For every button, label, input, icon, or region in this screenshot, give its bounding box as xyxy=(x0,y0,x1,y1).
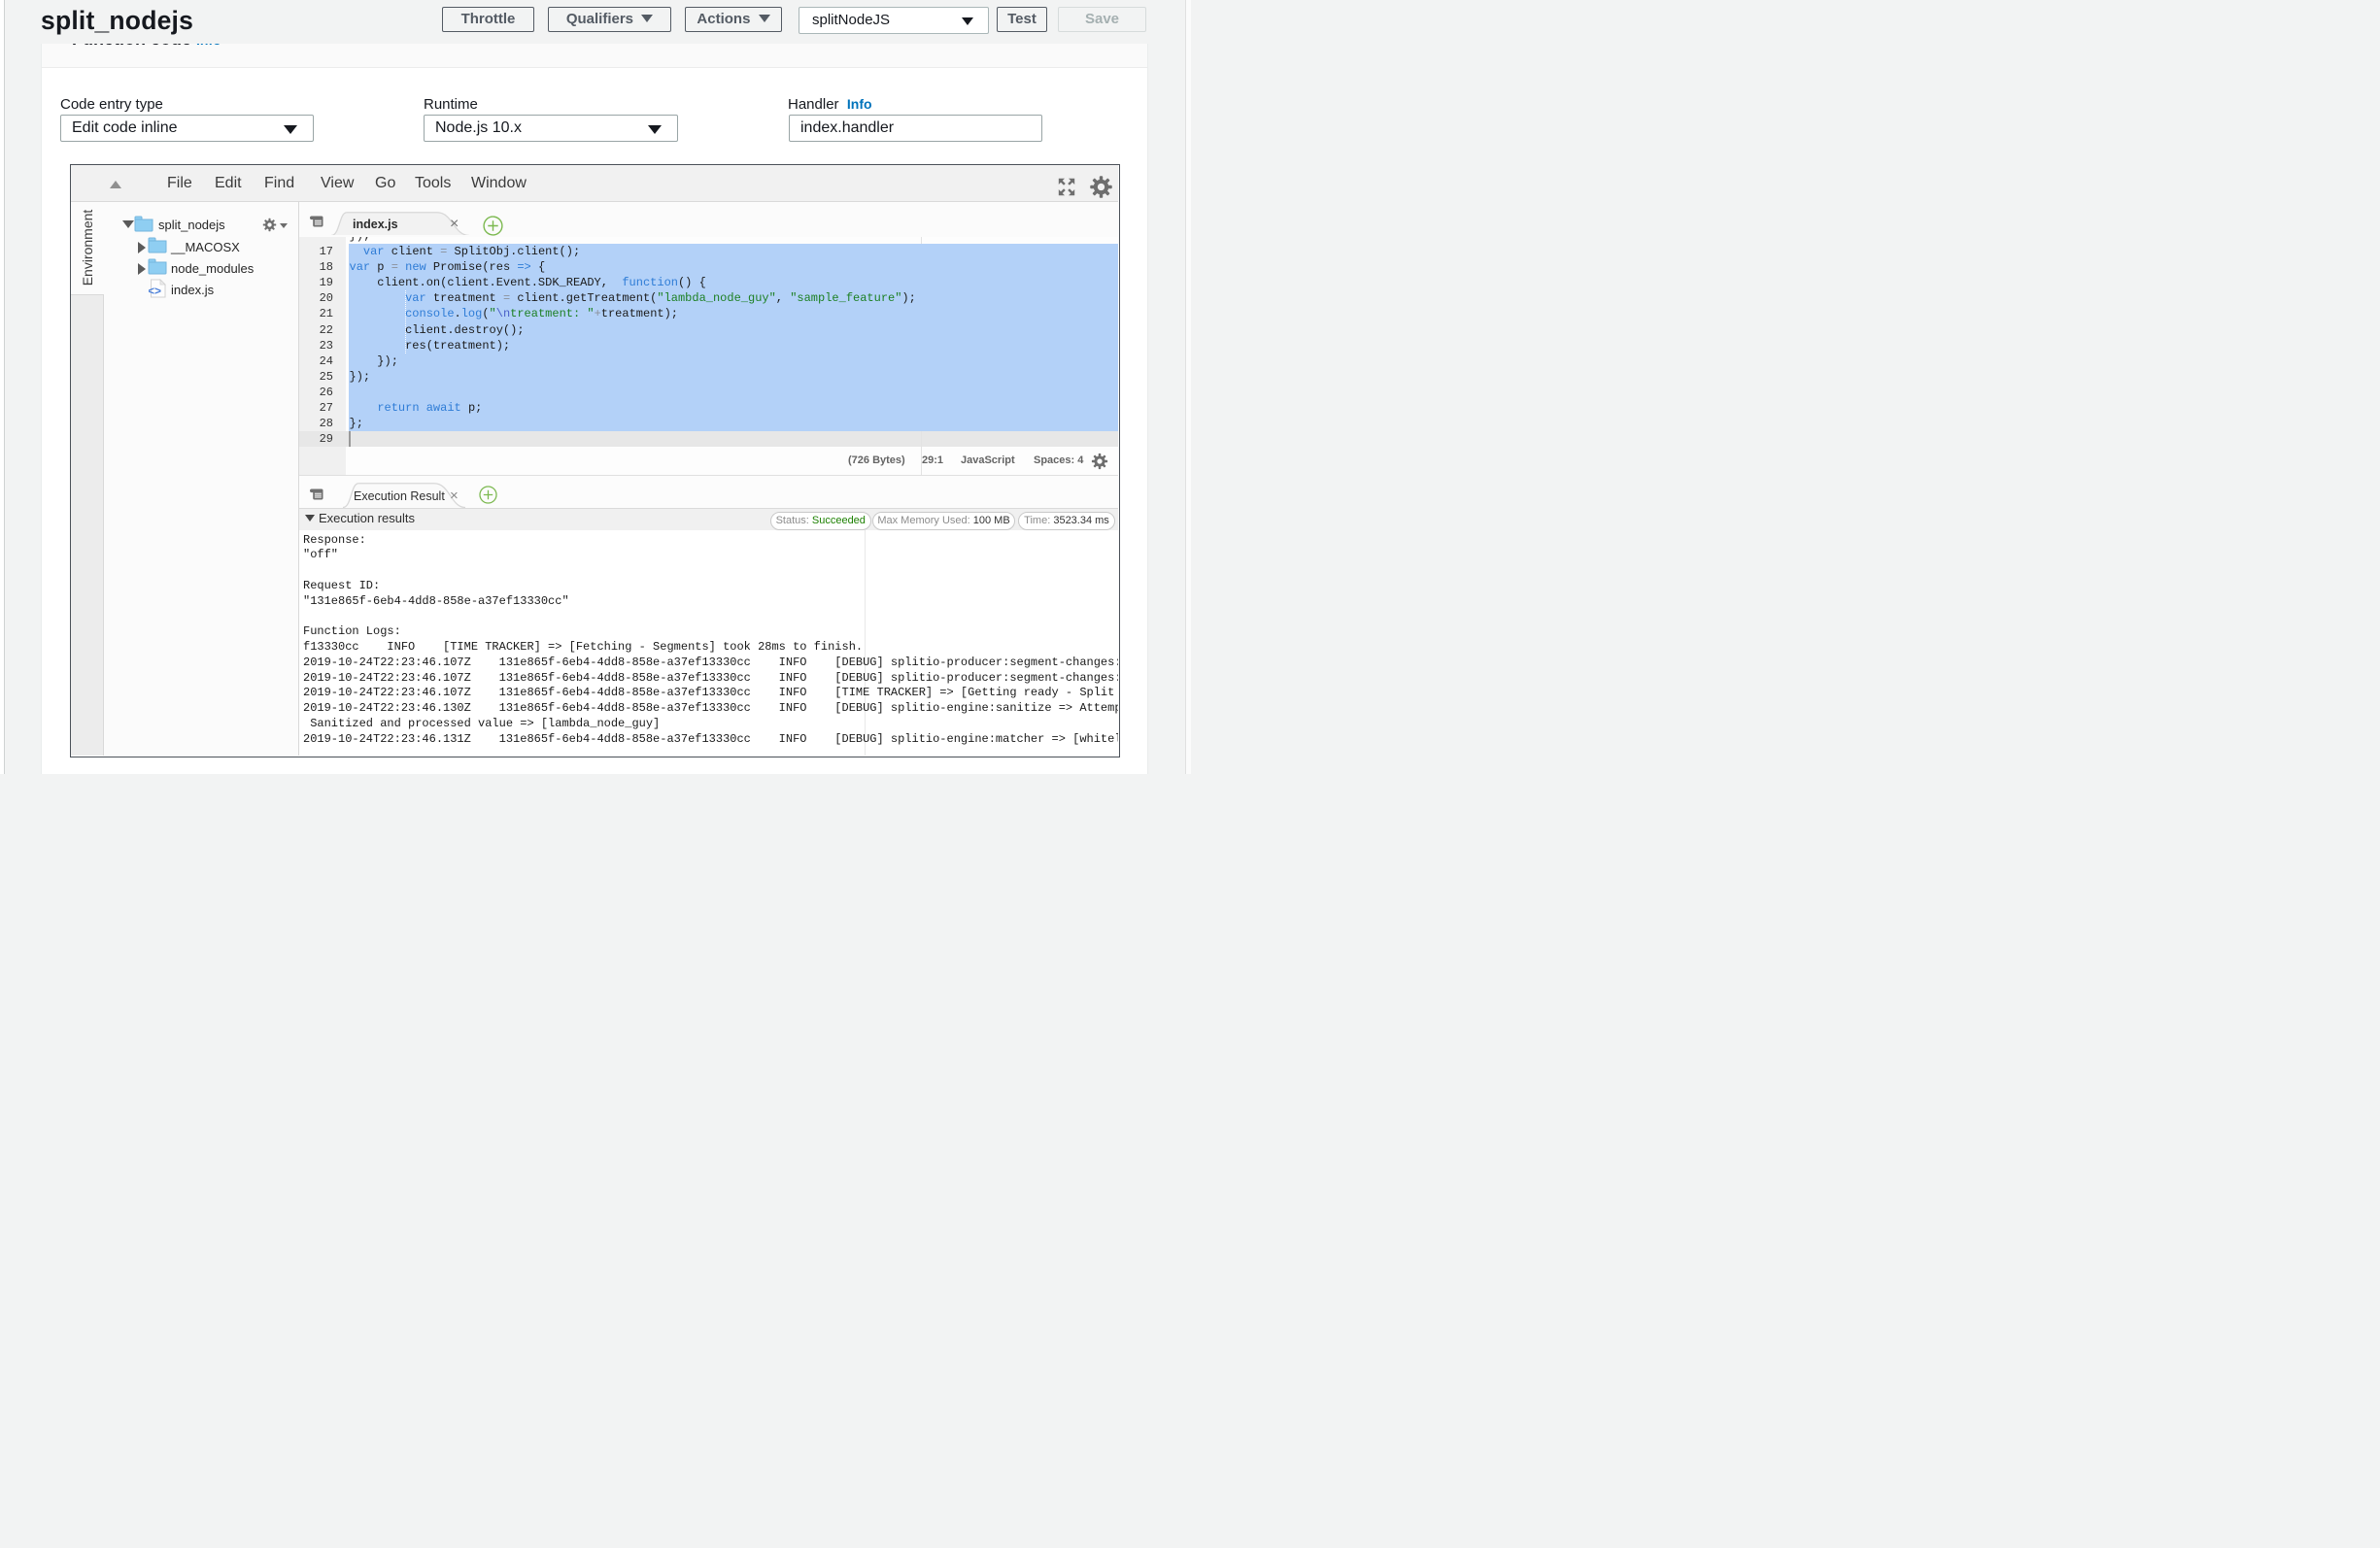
svg-text:<>: <> xyxy=(149,285,161,298)
